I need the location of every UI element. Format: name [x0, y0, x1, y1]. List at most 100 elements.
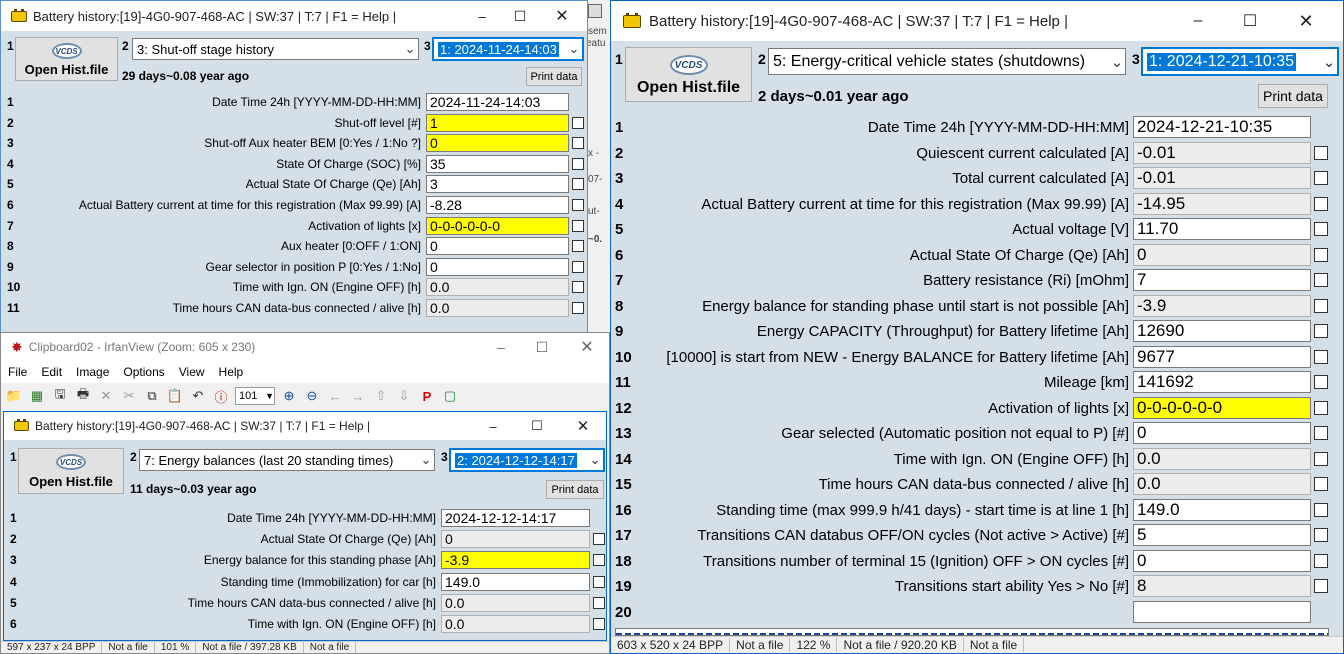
row-value-field[interactable]: -14.95	[1133, 192, 1311, 215]
row-value-field[interactable]: 7	[1133, 269, 1311, 291]
row-checkbox[interactable]	[593, 596, 605, 609]
title-bar[interactable]: ✸ Clipboard02 - IrfanView (Zoom: 605 x 2…	[1, 333, 609, 361]
row-value-field[interactable]: 0	[426, 257, 569, 276]
first-icon[interactable]: ⇧	[372, 387, 390, 405]
row-checkbox[interactable]	[1314, 375, 1328, 389]
row-checkbox[interactable]	[1314, 273, 1328, 287]
maximize-icon[interactable]: ☐	[505, 1, 535, 31]
record-type-select[interactable]: 3: Shut-off stage history ⌄	[132, 38, 419, 60]
row-checkbox[interactable]	[1314, 298, 1328, 313]
row-value-field[interactable]: 0	[1133, 549, 1311, 572]
last-icon[interactable]: ⇩	[395, 387, 413, 405]
row-value-field[interactable]	[1133, 600, 1311, 623]
row-value-field[interactable]: 149.0	[1133, 498, 1311, 521]
row-value-field[interactable]: 8	[1133, 575, 1311, 597]
row-checkbox[interactable]	[1314, 145, 1328, 160]
save-icon[interactable]: 🖫	[51, 386, 69, 405]
info-icon[interactable]: ⓘ	[212, 387, 230, 405]
copy-icon[interactable]: ⧉	[143, 387, 161, 405]
record-date-select[interactable]: 1: 2024-12-21-10:35 ⌄	[1141, 47, 1339, 76]
title-bar[interactable]: Battery history:[19]-4G0-907-468-AC | SW…	[4, 412, 606, 440]
row-value-field[interactable]: 12690	[1133, 320, 1311, 342]
row-value-field[interactable]: 141692	[1133, 371, 1311, 393]
minimize-icon[interactable]: –	[487, 333, 515, 361]
row-value-field[interactable]: 0-0-0-0-0-0	[426, 216, 569, 235]
row-value-field[interactable]: 0.0	[426, 299, 569, 317]
row-value-field[interactable]: -0.01	[1133, 141, 1311, 164]
row-value-field[interactable]: 2024-12-21-10:35	[1133, 116, 1311, 138]
previous-icon[interactable]: ←	[326, 387, 344, 405]
row-checkbox[interactable]	[1314, 477, 1328, 491]
menu-image[interactable]: Image	[69, 365, 116, 379]
print-data-button[interactable]: Print data	[526, 67, 582, 86]
row-checkbox[interactable]	[1314, 196, 1328, 211]
close-icon[interactable]: ✕	[547, 1, 577, 31]
row-checkbox[interactable]	[593, 533, 605, 546]
row-checkbox[interactable]	[593, 618, 605, 630]
row-checkbox[interactable]	[593, 554, 605, 567]
row-checkbox[interactable]	[1314, 247, 1328, 262]
record-date-select[interactable]: 2: 2024-12-12-14:17 ⌄	[449, 448, 605, 472]
row-value-field[interactable]: 0	[426, 134, 569, 153]
row-value-field[interactable]: 0	[1133, 243, 1311, 266]
row-checkbox[interactable]	[1314, 553, 1328, 568]
print-icon[interactable]: 🖶	[74, 386, 92, 405]
row-value-field[interactable]: 0	[441, 530, 590, 549]
next-icon[interactable]: →	[349, 387, 367, 405]
row-value-field[interactable]: 5	[1133, 524, 1311, 546]
record-type-select[interactable]: 5: Energy-critical vehicle states (shutd…	[768, 48, 1126, 75]
row-checkbox[interactable]	[1314, 171, 1328, 185]
row-checkbox[interactable]	[1314, 528, 1328, 542]
paste-icon[interactable]: 📋	[166, 387, 184, 405]
row-checkbox[interactable]	[572, 137, 584, 150]
paint-icon[interactable]: P	[418, 387, 436, 405]
title-bar[interactable]: Battery history:[19]-4G0-907-468-AC | SW…	[611, 1, 1343, 41]
record-type-select[interactable]: 7: Energy balances (last 20 standing tim…	[139, 449, 435, 471]
row-value-field[interactable]: 11.70	[1133, 218, 1311, 240]
row-value-field[interactable]: 0	[1133, 422, 1311, 444]
row-value-field[interactable]: -0.01	[1133, 167, 1311, 189]
row-checkbox[interactable]	[572, 240, 584, 253]
row-checkbox[interactable]	[1314, 324, 1328, 338]
open-folder-icon[interactable]: 📁	[5, 387, 23, 405]
row-value-field[interactable]: -3.9	[1133, 294, 1311, 317]
row-value-field[interactable]: 0.0	[1133, 447, 1311, 470]
menu-options[interactable]: Options	[116, 365, 171, 379]
row-value-field[interactable]: -8.28	[426, 196, 569, 214]
row-checkbox[interactable]	[1314, 349, 1328, 364]
menu-file[interactable]: File	[1, 365, 34, 379]
row-checkbox[interactable]	[1314, 451, 1328, 466]
close-icon[interactable]: ✕	[1289, 1, 1323, 41]
row-value-field[interactable]: 0-0-0-0-0-0	[1133, 396, 1311, 419]
minimize-icon[interactable]: –	[1181, 1, 1215, 41]
row-checkbox[interactable]	[593, 575, 605, 588]
row-value-field[interactable]: 2024-12-12-14:17	[441, 509, 590, 527]
row-value-field[interactable]: 0	[426, 237, 569, 256]
menu-help[interactable]: Help	[212, 365, 251, 379]
row-checkbox[interactable]	[1314, 222, 1328, 236]
thumbnails-icon[interactable]: ▦	[28, 387, 46, 405]
row-checkbox[interactable]	[1314, 502, 1328, 517]
row-value-field[interactable]: 35	[426, 154, 569, 173]
maximize-icon[interactable]: ☐	[524, 412, 550, 440]
open-hist-file-button[interactable]: VCDS Open Hist.file	[625, 47, 752, 102]
zoom-in-icon[interactable]: ⊕	[280, 387, 298, 405]
row-checkbox[interactable]	[1314, 426, 1328, 440]
open-hist-file-button[interactable]: VCDS Open Hist.file	[15, 37, 118, 81]
minimize-icon[interactable]: –	[480, 412, 506, 440]
row-checkbox[interactable]	[572, 281, 584, 294]
effects-icon[interactable]: ▢	[441, 387, 459, 405]
row-value-field[interactable]: 2024-11-24-14:03	[426, 93, 569, 111]
row-value-field[interactable]: 9677	[1133, 345, 1311, 368]
maximize-icon[interactable]: ☐	[1233, 1, 1267, 41]
cut-icon[interactable]: ✂	[120, 387, 138, 405]
row-value-field[interactable]: 3	[426, 175, 569, 194]
menu-edit[interactable]: Edit	[34, 365, 69, 379]
row-checkbox[interactable]	[572, 157, 584, 170]
row-checkbox[interactable]	[572, 219, 584, 232]
row-checkbox[interactable]	[572, 178, 584, 191]
row-value-field[interactable]: 0.0	[441, 593, 590, 612]
record-date-select[interactable]: 1: 2024-11-24-14:03 ⌄	[432, 37, 584, 61]
zoom-out-icon[interactable]: ⊖	[303, 387, 321, 405]
row-checkbox[interactable]	[572, 116, 584, 129]
